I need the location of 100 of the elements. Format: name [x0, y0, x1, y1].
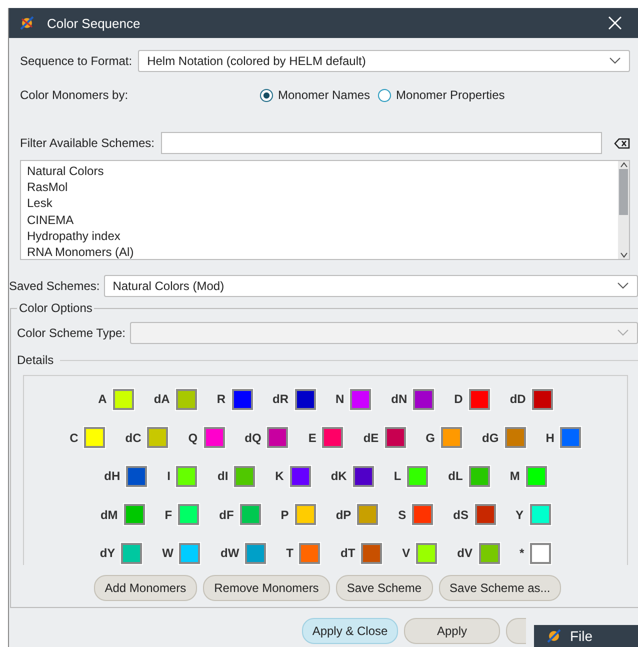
close-icon[interactable]	[608, 16, 622, 30]
radio-label[interactable]: Monomer Properties	[396, 88, 505, 102]
color-swatch[interactable]	[412, 504, 434, 526]
scroll-up-icon[interactable]	[618, 161, 628, 169]
color-swatch[interactable]	[204, 427, 225, 448]
color-swatch[interactable]	[560, 427, 582, 448]
monomer-label: dM	[100, 508, 118, 522]
chevron-down-icon	[617, 282, 629, 290]
chevron-down-icon	[617, 329, 629, 337]
apply-button[interactable]: Apply	[404, 618, 500, 644]
scheme-list-item[interactable]: Hydropathy index	[27, 228, 618, 244]
clear-icon[interactable]	[614, 138, 630, 148]
window-title: Color Sequence	[47, 16, 142, 30]
action-button[interactable]: Remove Monomers	[203, 575, 330, 601]
action-button[interactable]: Save Scheme as...	[438, 575, 562, 601]
monomer-label: dK	[330, 469, 347, 484]
saved-schemes-dropdown[interactable]: Natural Colors (Mod)	[104, 275, 638, 297]
apply-close-button[interactable]: Apply & Close	[302, 618, 398, 644]
monomer-label: dV	[457, 546, 473, 560]
monomer-label: *	[520, 546, 524, 560]
radio-button[interactable]	[378, 88, 392, 102]
monomer-label: dQ	[244, 430, 262, 445]
color-swatch[interactable]	[124, 504, 145, 526]
color-swatch[interactable]	[294, 388, 316, 410]
color-swatch[interactable]	[407, 466, 428, 487]
color-swatch[interactable]	[530, 542, 552, 564]
color-swatch[interactable]	[299, 542, 320, 564]
monomer-label: dA	[154, 392, 170, 406]
color-swatch[interactable]	[478, 542, 500, 564]
field-label: Saved Schemes:	[9, 279, 100, 293]
color-swatch[interactable]	[357, 504, 378, 526]
monomer-label: K	[275, 469, 284, 484]
color-swatch[interactable]	[416, 542, 438, 564]
monomer-label: dS	[453, 508, 469, 522]
color-swatch[interactable]	[176, 388, 197, 410]
color-swatch[interactable]	[267, 427, 288, 448]
color-swatch[interactable]	[232, 388, 252, 410]
color-swatch[interactable]	[294, 504, 316, 526]
color-swatch[interactable]	[530, 504, 551, 526]
color-swatch[interactable]	[290, 466, 311, 487]
monomer-label: dF	[219, 508, 234, 522]
monomer-label: Y	[516, 508, 524, 522]
scroll-down-icon[interactable]	[618, 251, 628, 259]
color-swatch[interactable]	[84, 427, 106, 448]
color-swatch[interactable]	[468, 466, 490, 487]
scheme-list-item[interactable]: Natural Colors	[27, 163, 618, 180]
window-title: File	[570, 628, 593, 644]
scheme-list-item[interactable]: RasMol	[27, 179, 618, 196]
color-swatch[interactable]	[147, 427, 168, 448]
monomer-label: dE	[363, 430, 379, 445]
action-button[interactable]: Add Monomers	[94, 575, 198, 601]
color-swatch[interactable]	[178, 504, 200, 526]
color-swatch[interactable]	[384, 427, 406, 448]
monomer-label: dP	[336, 508, 352, 522]
color-swatch[interactable]	[474, 504, 496, 526]
color-swatch[interactable]	[121, 542, 142, 564]
monomer-label: D	[454, 392, 463, 406]
action-button[interactable]: Save Scheme	[336, 575, 433, 601]
monomer-label: dR	[272, 392, 288, 406]
scheme-list-item[interactable]: RNA Monomers (Al)	[27, 244, 618, 260]
monomer-label: dY	[100, 546, 116, 560]
color-swatch[interactable]	[441, 427, 462, 448]
background-window[interactable]: File	[534, 625, 638, 647]
color-swatch[interactable]	[361, 542, 382, 564]
format-dropdown[interactable]: Helm Notation (colored by HELM default)	[138, 50, 630, 72]
color-swatch[interactable]	[526, 466, 547, 487]
color-swatch[interactable]	[176, 466, 198, 487]
monomer-label: C	[70, 430, 78, 445]
scheme-list-item[interactable]: Lesk	[27, 195, 618, 212]
app-icon	[19, 15, 35, 31]
monomer-label: dW	[220, 546, 240, 560]
scheme-list-item[interactable]: CINEMA	[27, 212, 618, 228]
color-swatch[interactable]	[350, 388, 372, 410]
monomer-label: R	[216, 392, 226, 406]
color-swatch[interactable]	[413, 388, 434, 410]
radio-label[interactable]: Monomer Names	[278, 88, 370, 102]
color-swatch[interactable]	[234, 466, 256, 487]
color-swatch[interactable]	[112, 388, 134, 410]
color-swatch[interactable]	[240, 504, 261, 526]
color-swatch[interactable]	[245, 542, 266, 564]
monomer-label: dH	[104, 469, 120, 484]
color-swatch[interactable]	[532, 388, 553, 410]
color-swatch[interactable]	[322, 427, 344, 448]
scrollbar[interactable]	[618, 161, 629, 259]
monomer-label: G	[426, 430, 436, 445]
monomer-label: E	[308, 430, 316, 445]
monomer-label: dT	[340, 546, 356, 560]
color-swatch[interactable]	[468, 388, 490, 410]
chevron-down-icon	[609, 57, 621, 65]
color-swatch[interactable]	[504, 427, 526, 448]
filter-field[interactable]	[160, 132, 602, 154]
radio-button[interactable]	[260, 88, 273, 102]
color-swatch[interactable]	[126, 466, 148, 487]
color-swatch[interactable]	[179, 542, 200, 564]
app-icon	[546, 628, 562, 644]
monomer-label: dC	[125, 430, 142, 445]
monomer-label: T	[286, 546, 294, 560]
monomer-label: L	[394, 469, 402, 484]
color-swatch[interactable]	[352, 466, 374, 487]
monomer-label: P	[280, 508, 289, 522]
